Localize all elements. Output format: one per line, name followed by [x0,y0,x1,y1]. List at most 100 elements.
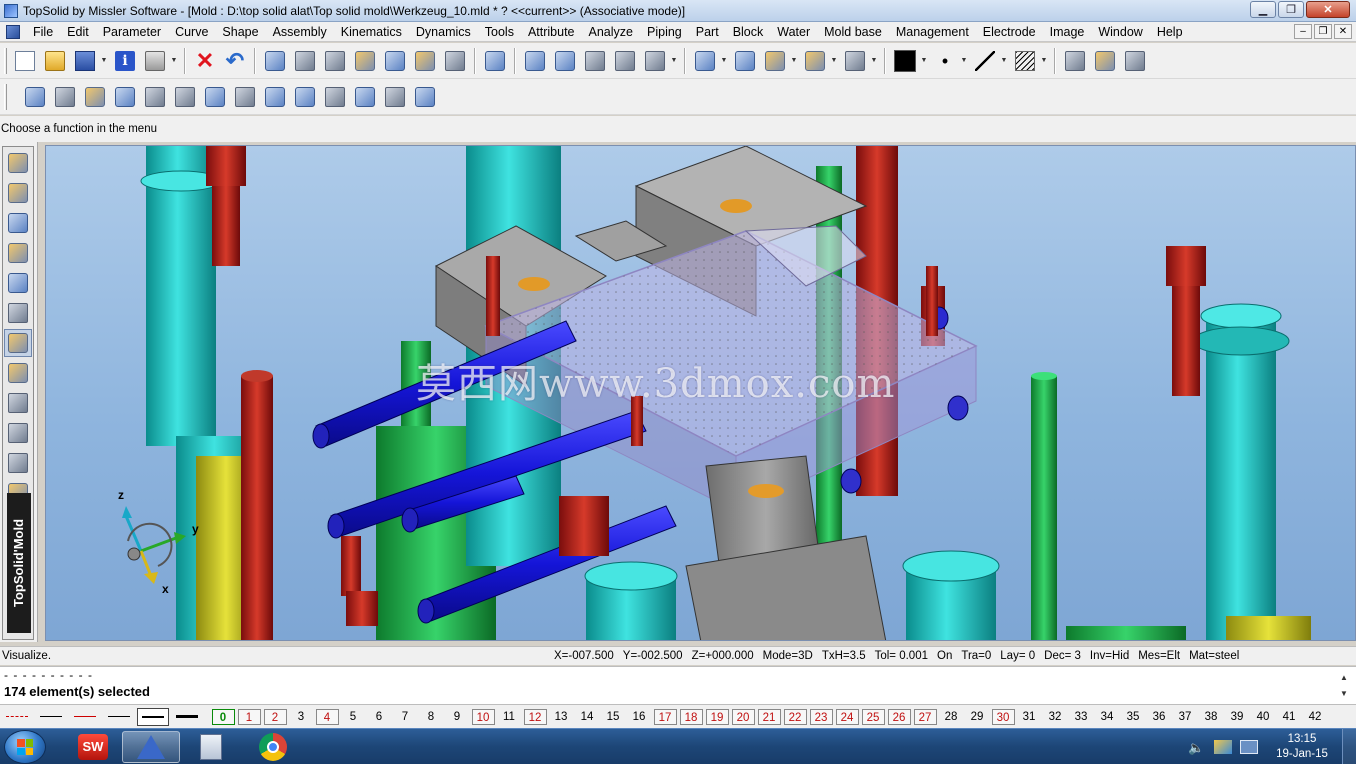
render-button[interactable] [761,47,789,75]
status-field[interactable]: Tol= 0.001 [875,647,933,665]
layer-21[interactable]: 21 [757,708,781,725]
layer-26[interactable]: 26 [887,708,911,725]
line-style-selected[interactable] [137,707,169,726]
layer-11[interactable]: 11 [496,709,522,725]
solidworks-taskbar-button[interactable]: SW [64,731,122,763]
layer-5[interactable]: 5 [340,709,366,725]
menu-piping[interactable]: Piping [640,22,689,42]
open-button[interactable] [41,47,69,75]
ejector-button[interactable] [171,83,199,111]
layer-16[interactable]: 16 [626,709,652,725]
core-button[interactable] [261,83,289,111]
layer-12[interactable]: 12 [523,708,547,725]
toolbar-grip[interactable] [4,47,7,74]
status-field[interactable]: TxH=3.5 [822,647,871,665]
status-field[interactable]: Lay= 0 [1000,647,1040,665]
menu-edit[interactable]: Edit [60,22,96,42]
layer-30[interactable]: 30 [991,708,1015,725]
curve-tool-button[interactable] [4,179,32,207]
line-style-dash-red[interactable] [1,708,33,726]
layer-39[interactable]: 39 [1224,709,1250,725]
flag-icon[interactable] [1214,740,1232,754]
layer-0[interactable]: 0 [211,708,235,725]
render-dropdown[interactable]: ▼ [790,57,798,64]
layer-22[interactable]: 22 [783,708,807,725]
layer-3[interactable]: 3 [288,709,314,725]
support-button[interactable] [351,83,379,111]
curve-button[interactable] [641,47,669,75]
status-field[interactable]: Mat=steel [1189,647,1244,665]
line-style-red[interactable] [69,708,101,726]
layer-34[interactable]: 34 [1094,709,1120,725]
measure-button[interactable] [551,47,579,75]
toolbar-grip[interactable] [4,83,7,110]
menu-part[interactable]: Part [689,22,726,42]
slider-button[interactable] [141,83,169,111]
doc-close-button[interactable]: ✕ [1334,24,1352,39]
layer-24[interactable]: 24 [835,708,859,725]
status-field[interactable]: Dec= 3 [1044,647,1086,665]
menu-kinematics[interactable]: Kinematics [334,22,409,42]
layer-13[interactable]: 13 [548,709,574,725]
screw-button[interactable] [321,83,349,111]
hatch-button[interactable] [1011,47,1039,75]
menu-tools[interactable]: Tools [478,22,521,42]
parameters-button[interactable] [321,47,349,75]
status-field[interactable]: Mes=Elt [1138,647,1185,665]
document-icon[interactable] [6,24,20,39]
save-button[interactable] [71,47,99,75]
hook-button[interactable] [611,47,639,75]
cooling-button[interactable] [291,83,319,111]
new-file-button[interactable] [11,47,39,75]
volume-icon[interactable]: 🔈 [1188,740,1206,755]
status-field[interactable]: Tra=0 [961,647,996,665]
close-button[interactable]: ✕ [1306,1,1350,18]
status-field[interactable]: X=-007.500 [554,647,619,665]
view-button[interactable] [291,47,319,75]
status-field[interactable]: Inv=Hid [1090,647,1134,665]
block-button[interactable] [201,83,229,111]
status-field[interactable]: Z=+000.000 [692,647,759,665]
status-field[interactable]: Mode=3D [763,647,818,665]
line-style-thin[interactable] [35,708,67,726]
cavity-button[interactable] [231,83,259,111]
lasso-button[interactable] [411,47,439,75]
hammer-button[interactable] [351,47,379,75]
show-desktop-button[interactable] [1342,729,1356,764]
menu-electrode[interactable]: Electrode [976,22,1043,42]
line-style-dropdown[interactable]: ▼ [1000,57,1008,64]
solid-button[interactable] [4,209,32,237]
menu-image[interactable]: Image [1043,22,1092,42]
layer-36[interactable]: 36 [1146,709,1172,725]
color-dropdown[interactable]: ▼ [920,57,928,64]
layer-35[interactable]: 35 [1120,709,1146,725]
ejector-pin-button[interactable] [4,449,32,477]
layer-6[interactable]: 6 [366,709,392,725]
menu-file[interactable]: File [26,22,60,42]
lifter-button[interactable] [411,83,439,111]
layer-27[interactable]: 27 [913,708,937,725]
layer-15[interactable]: 15 [600,709,626,725]
layer-38[interactable]: 38 [1198,709,1224,725]
layer-18[interactable]: 18 [679,708,703,725]
menu-analyze[interactable]: Analyze [582,22,640,42]
point-style-dropdown[interactable]: ▼ [960,57,968,64]
layer-17[interactable]: 17 [653,708,677,725]
tool-button[interactable] [581,47,609,75]
start-button[interactable] [4,730,46,764]
layer-37[interactable]: 37 [1172,709,1198,725]
hatch-dropdown[interactable]: ▼ [1040,57,1048,64]
insert-button[interactable] [81,83,109,111]
menu-management[interactable]: Management [889,22,976,42]
layer-10[interactable]: 10 [471,708,495,725]
menu-attribute[interactable]: Attribute [521,22,582,42]
status-field[interactable]: On [937,647,957,665]
guide-button[interactable] [381,83,409,111]
info-button[interactable]: i [111,47,139,75]
layer-20[interactable]: 20 [731,708,755,725]
line-style-medium[interactable] [103,708,135,726]
punch-button[interactable] [21,83,49,111]
drafting-button[interactable] [4,389,32,417]
menu-window[interactable]: Window [1091,22,1149,42]
edit-button[interactable] [441,47,469,75]
